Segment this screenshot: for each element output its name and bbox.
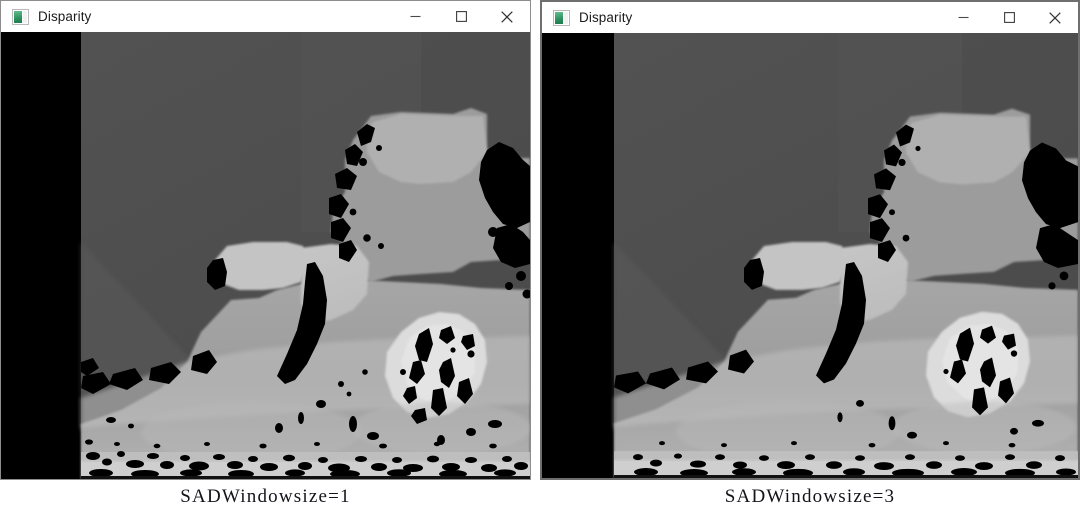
minimize-button-right[interactable] bbox=[940, 2, 986, 33]
disparity-comparison-figure: Disparity SADWindowsize=1 Disparity SADW… bbox=[0, 0, 1080, 522]
disparity-image-left bbox=[1, 32, 530, 479]
image-thumbnail-icon bbox=[12, 8, 29, 25]
caption-right: SADWindowsize=3 bbox=[724, 486, 896, 507]
minimize-button-left[interactable] bbox=[392, 1, 438, 32]
caption-left: SADWindowsize=1 bbox=[180, 486, 351, 507]
disparity-canvas-left bbox=[1, 32, 530, 479]
maximize-button-left[interactable] bbox=[438, 1, 484, 32]
close-button-left[interactable] bbox=[484, 1, 530, 32]
close-button-right[interactable] bbox=[1032, 2, 1078, 33]
minimize-icon bbox=[958, 16, 968, 19]
image-thumbnail-icon bbox=[553, 9, 570, 26]
disparity-image-right bbox=[542, 33, 1078, 478]
window-title-left: Disparity bbox=[38, 9, 92, 24]
minimize-icon bbox=[410, 15, 420, 18]
titlebar-left[interactable]: Disparity bbox=[1, 1, 530, 32]
maximize-icon bbox=[455, 11, 467, 22]
close-icon bbox=[1049, 11, 1061, 24]
window-title-right: Disparity bbox=[579, 10, 633, 25]
disparity-canvas-right bbox=[542, 33, 1078, 478]
maximize-icon bbox=[1003, 12, 1015, 23]
titlebar-right[interactable]: Disparity bbox=[542, 2, 1078, 33]
close-icon bbox=[501, 10, 513, 23]
window-disparity-right[interactable]: Disparity bbox=[540, 0, 1080, 480]
maximize-button-right[interactable] bbox=[986, 2, 1032, 33]
window-disparity-left[interactable]: Disparity bbox=[0, 0, 531, 480]
